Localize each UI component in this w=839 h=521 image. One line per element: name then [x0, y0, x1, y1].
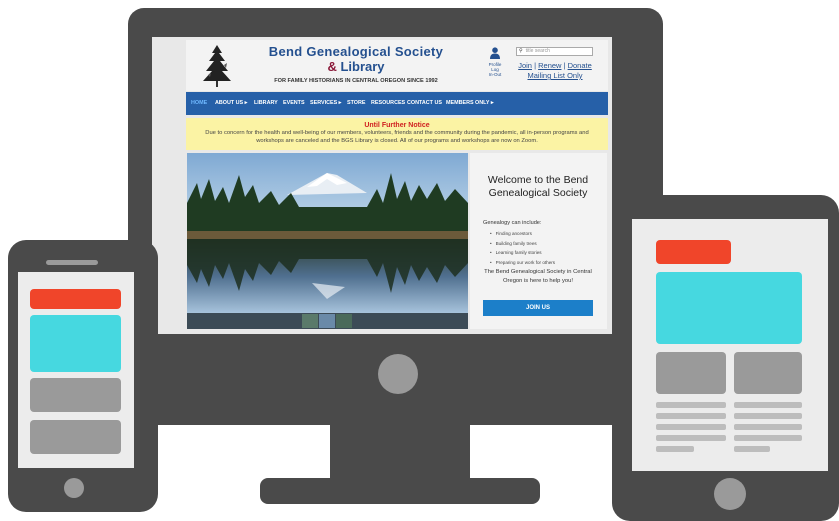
notice-banner: Until Further Notice Due to concern for …: [186, 118, 608, 150]
tree-logo-icon[interactable]: [200, 43, 234, 89]
site-title-ampersand: &: [327, 59, 337, 74]
nav-events[interactable]: EVENTS: [283, 92, 305, 115]
tablet-text-line: [656, 413, 726, 419]
nav-members-only[interactable]: MEMBERS ONLY ▸: [446, 92, 494, 115]
nav-store[interactable]: STORE: [347, 92, 365, 115]
home-button-icon: [714, 478, 746, 510]
notice-title: Until Further Notice: [364, 122, 430, 129]
tablet-hero-block: [656, 272, 802, 344]
profile-login-link[interactable]: Profile Log In-Out: [483, 62, 507, 77]
speaker-icon: [46, 260, 98, 265]
nav-about-us[interactable]: ABOUT US ▸: [215, 92, 247, 115]
slideshow-thumbnails[interactable]: [302, 314, 352, 328]
mailing-list-link[interactable]: Mailing List Only: [527, 71, 582, 80]
genealogy-list: Finding ancestors Building family trees …: [490, 229, 556, 268]
site-title[interactable]: Bend Genealogical Society: [256, 45, 456, 58]
nav-services[interactable]: SERVICES ▸: [310, 92, 341, 115]
tablet-text-line: [656, 435, 726, 441]
tablet-text-line: [656, 446, 694, 452]
join-link[interactable]: Join: [518, 61, 532, 70]
list-item: Learning family stories: [490, 248, 555, 258]
tablet-content-block: [656, 352, 726, 394]
donate-link[interactable]: Donate: [568, 61, 592, 70]
phone-content-block: [30, 420, 121, 454]
notice-body: Due to concern for the health and well-b…: [205, 130, 589, 144]
search-input[interactable]: ⚲ title search: [516, 47, 593, 56]
nav-resources[interactable]: RESOURCES: [371, 92, 405, 115]
nav-contact-us[interactable]: CONTACT US: [407, 92, 442, 115]
home-button-icon: [64, 478, 84, 498]
genealogy-label: Genealogy can include:: [483, 220, 542, 226]
help-text: The Bend Genealogical Society in Central…: [484, 269, 592, 284]
tablet-text-line: [734, 402, 802, 408]
header-links: Join | Renew | Donate Mailing List Only: [514, 61, 596, 81]
monitor-stand-base: [260, 478, 540, 504]
tablet-text-line: [734, 413, 802, 419]
list-item: Preparing our work for others: [490, 258, 556, 268]
search-icon: ⚲: [519, 48, 523, 54]
tablet-text-line: [734, 435, 802, 441]
renew-link[interactable]: Renew: [538, 61, 561, 70]
list-item: Building family trees: [490, 239, 555, 249]
nav-home[interactable]: HOME: [191, 92, 207, 115]
nav-library[interactable]: LIBRARY: [254, 92, 278, 115]
tablet-text-line: [656, 402, 726, 408]
monitor-stand-neck: [330, 418, 470, 480]
site-title-line2[interactable]: & Library: [256, 60, 456, 73]
tablet-text-line: [734, 424, 802, 430]
tablet-text-line: [734, 446, 770, 452]
list-item: Finding ancestors: [490, 229, 555, 239]
site-tagline: FOR FAMILY HISTORIANS IN CENTRAL OREGON …: [274, 78, 438, 84]
join-us-button[interactable]: JOIN US: [483, 300, 593, 316]
phone-hero-block: [30, 315, 121, 372]
tablet-header-block: [656, 240, 731, 264]
search-placeholder: title search: [525, 48, 550, 54]
phone-content-block: [30, 378, 121, 412]
phone-header-block: [30, 289, 121, 309]
tablet-text-line: [656, 424, 726, 430]
in-out-label: In-Out: [488, 72, 502, 77]
main-nav: HOME ABOUT US ▸ LIBRARY EVENTS SERVICES …: [186, 92, 608, 115]
site-title-library: Library: [336, 59, 385, 74]
welcome-title: Welcome to the Bend Genealogical Society: [487, 174, 589, 199]
hero-lake-photo: [187, 153, 468, 313]
tablet-content-block: [734, 352, 802, 394]
user-profile-icon[interactable]: [490, 47, 500, 59]
monitor-power-icon: [378, 354, 418, 394]
